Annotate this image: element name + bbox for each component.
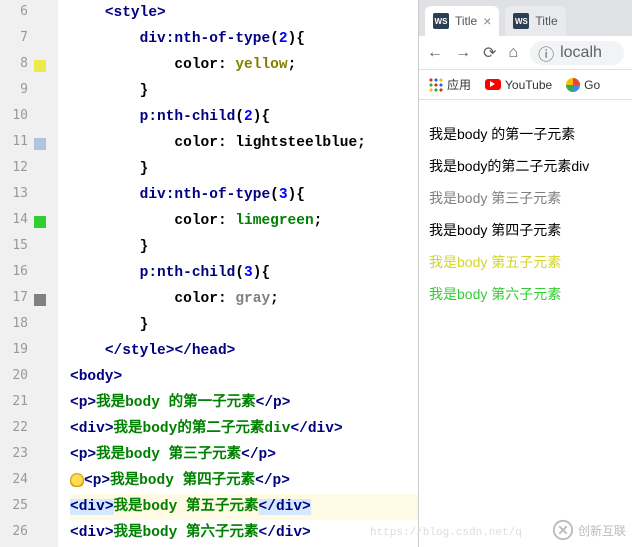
code-line[interactable]: <div>我是body的第二子元素div</div> xyxy=(70,416,418,442)
color-gutter-mark xyxy=(34,294,46,306)
google-bookmark[interactable]: Go xyxy=(566,78,600,92)
code-line[interactable]: </style></head> xyxy=(70,338,418,364)
line-number: 25 xyxy=(0,498,28,513)
code-line[interactable]: color: yellow; xyxy=(70,52,418,78)
rendered-line: 我是body 的第一子元素 xyxy=(429,124,622,144)
rendered-line: 我是body 第六子元素 xyxy=(429,284,622,304)
browser-tab[interactable]: WS Title xyxy=(505,6,565,36)
rendered-line: 我是body的第二子元素div xyxy=(429,156,622,176)
line-number: 10 xyxy=(0,108,28,123)
code-line[interactable]: <style> xyxy=(70,0,418,26)
forward-icon[interactable]: → xyxy=(455,44,471,62)
code-line[interactable]: } xyxy=(70,78,418,104)
code-line[interactable]: p:nth-child(2){ xyxy=(70,104,418,130)
bookmarks-bar: 应用 YouTube Go xyxy=(419,70,632,100)
line-number: 8 xyxy=(0,56,28,71)
line-number: 24 xyxy=(0,472,28,487)
code-line[interactable]: color: gray; xyxy=(70,286,418,312)
apps-icon xyxy=(429,78,443,92)
color-gutter-mark xyxy=(34,60,46,72)
rendered-line: 我是body 第四子元素 xyxy=(429,220,622,240)
code-line[interactable]: <p>我是body 第三子元素</p> xyxy=(70,442,418,468)
page-content: 我是body 的第一子元素我是body的第二子元素div 我是body 第三子元素… xyxy=(419,100,632,328)
line-number: 12 xyxy=(0,160,28,175)
code-line[interactable]: <p>我是body 第四子元素</p> xyxy=(70,468,418,494)
line-number: 26 xyxy=(0,524,28,539)
close-icon[interactable]: × xyxy=(483,13,491,29)
code-editor-pane: 6 7 8 9 10 11 12 13 14 15 16 17 18 19 20 21 22 23 24 25 26 <… xyxy=(0,0,418,547)
webstorm-icon: WS xyxy=(433,13,449,29)
line-number: 7 xyxy=(0,30,28,45)
code-line[interactable]: <body> xyxy=(70,364,418,390)
code-line[interactable]: <div>我是body 第六子元素</div> xyxy=(70,520,418,546)
line-number: 16 xyxy=(0,264,28,279)
line-number: 22 xyxy=(0,420,28,435)
code-line[interactable]: color: limegreen; xyxy=(70,208,418,234)
youtube-icon xyxy=(485,79,501,90)
line-number: 13 xyxy=(0,186,28,201)
code-area[interactable]: <style> div:nth-of-type(2){ color: yello… xyxy=(70,0,418,547)
line-number: 14 xyxy=(0,212,28,227)
gutter: 6 7 8 9 10 11 12 13 14 15 16 17 18 19 20 21 22 23 24 25 26 xyxy=(0,0,58,547)
tab-title: Title xyxy=(535,14,557,28)
rendered-line: 我是body 第三子元素 xyxy=(429,188,622,208)
tab-strip: WS Title × WS Title xyxy=(419,0,632,36)
line-number: 9 xyxy=(0,82,28,97)
code-line[interactable]: <p>我是body 的第一子元素</p> xyxy=(70,390,418,416)
google-icon xyxy=(566,78,580,92)
url-field[interactable]: ⓘ localh xyxy=(530,41,624,65)
line-number: 23 xyxy=(0,446,28,461)
address-bar: ← → ⟳ ⌂ ⓘ localh xyxy=(419,36,632,70)
color-gutter-mark xyxy=(34,138,46,150)
line-number: 11 xyxy=(0,134,28,149)
code-line[interactable]: } xyxy=(70,156,418,182)
line-number: 21 xyxy=(0,394,28,409)
line-number: 18 xyxy=(0,316,28,331)
url-text: localh xyxy=(560,44,602,62)
fold-indicator xyxy=(62,0,68,547)
watermark-url: https://blog.csdn.net/q xyxy=(370,527,522,539)
code-line[interactable]: <div>我是body 第五子元素</div> xyxy=(70,494,418,520)
browser-pane: WS Title × WS Title ← → ⟳ ⌂ ⓘ localh 应用 YouT… xyxy=(418,0,632,547)
browser-tab[interactable]: WS Title × xyxy=(425,6,499,36)
code-line[interactable]: } xyxy=(70,312,418,338)
color-gutter-mark xyxy=(34,216,46,228)
home-icon[interactable]: ⌂ xyxy=(508,44,518,62)
intention-bulb-icon[interactable] xyxy=(70,473,84,487)
youtube-bookmark[interactable]: YouTube xyxy=(485,78,552,92)
line-number: 20 xyxy=(0,368,28,383)
line-number: 6 xyxy=(0,4,28,19)
back-icon[interactable]: ← xyxy=(427,44,443,62)
info-icon: ⓘ xyxy=(538,41,554,65)
webstorm-icon: WS xyxy=(513,13,529,29)
watermark-logo: 创新互联 xyxy=(552,519,626,541)
line-number: 17 xyxy=(0,290,28,305)
code-line[interactable]: div:nth-of-type(3){ xyxy=(70,182,418,208)
apps-bookmark[interactable]: 应用 xyxy=(429,76,471,93)
rendered-line: 我是body 第五子元素 xyxy=(429,252,622,272)
tab-title: Title xyxy=(455,14,477,28)
code-line[interactable]: p:nth-child(3){ xyxy=(70,260,418,286)
line-number: 19 xyxy=(0,342,28,357)
code-line[interactable]: } xyxy=(70,234,418,260)
line-number: 15 xyxy=(0,238,28,253)
code-line[interactable]: div:nth-of-type(2){ xyxy=(70,26,418,52)
reload-icon[interactable]: ⟳ xyxy=(483,43,496,63)
code-line[interactable]: color: lightsteelblue; xyxy=(70,130,418,156)
